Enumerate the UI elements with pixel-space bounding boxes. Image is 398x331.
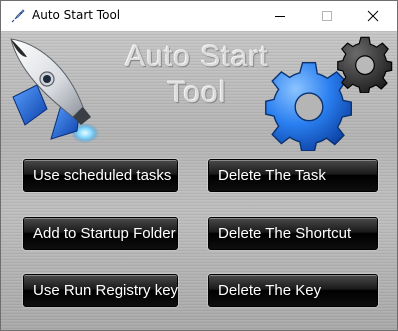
gear-icon: [337, 36, 393, 93]
maximize-button[interactable]: [304, 1, 350, 31]
use-run-registry-key-button[interactable]: Use Run Registry key: [23, 274, 178, 307]
minimize-button[interactable]: [257, 1, 303, 31]
add-to-startup-folder-button[interactable]: Add to Startup Folder: [23, 217, 178, 250]
use-scheduled-tasks-button[interactable]: Use scheduled tasks: [23, 159, 178, 192]
app-window: Auto Start Tool Auto Start Tool Use sche…: [0, 0, 398, 331]
delete-shortcut-button[interactable]: Delete The Shortcut: [208, 217, 378, 250]
delete-task-button[interactable]: Delete The Task: [208, 159, 378, 192]
rocket-app-icon: [11, 9, 25, 23]
delete-key-button[interactable]: Delete The Key: [208, 274, 378, 307]
window-title: Auto Start Tool: [32, 8, 121, 22]
close-icon: [367, 10, 379, 22]
rocket-icon: [10, 38, 99, 143]
title-bar[interactable]: Auto Start Tool: [1, 1, 397, 31]
maximize-icon: [322, 11, 332, 21]
minimize-icon: [275, 16, 285, 17]
main-panel: Auto Start Tool Use scheduled tasks Dele…: [1, 31, 397, 330]
close-button[interactable]: [350, 1, 396, 31]
